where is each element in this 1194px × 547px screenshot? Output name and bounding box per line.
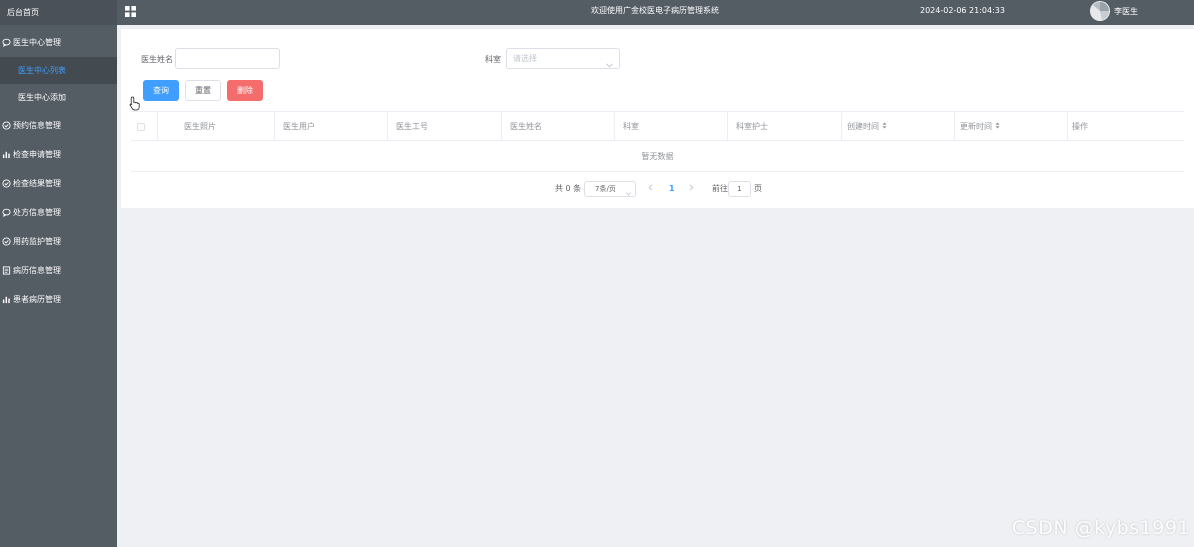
page-number-active[interactable]: 1 — [669, 180, 675, 198]
sidebar-item-label: 医生中心管理 — [13, 38, 61, 47]
pagination: 共 0 条 7条/页 1 前往 1 页 — [121, 180, 1194, 198]
column-header-label: 创建时间 — [847, 122, 879, 131]
chevron-down-icon — [626, 187, 631, 201]
sidebar-subitem-doctor-add[interactable]: 医生中心添加 — [0, 84, 117, 111]
sidebar-item-label: 检查结果管理 — [13, 179, 61, 188]
column-header: 医生工号 — [388, 112, 502, 141]
check-circle-icon — [2, 179, 11, 188]
bar-chart-icon — [2, 150, 11, 159]
sidebar-home-link[interactable]: 后台首页 — [0, 0, 117, 25]
sidebar-item-label: 检查申请管理 — [13, 150, 61, 159]
delete-button[interactable]: 删除 — [227, 80, 263, 101]
column-header: 操作 — [1072, 122, 1088, 131]
sidebar-item-medical-record[interactable]: 病历信息管理 — [0, 256, 117, 285]
column-header: 医生照片 — [158, 112, 275, 141]
sidebar-item-label: 患者病历管理 — [13, 295, 61, 304]
next-page-button[interactable] — [689, 180, 694, 198]
reset-button[interactable]: 重置 — [185, 80, 221, 101]
column-header: 医生用户 — [275, 112, 388, 141]
page-size-value: 7条/页 — [595, 185, 616, 193]
column-header-label: 更新时间 — [960, 122, 992, 131]
column-header: 科室护士 — [728, 112, 842, 141]
top-header: 欢迎使用广金校医电子病历管理系统 2024-02-06 21:04:33 李医生 — [117, 0, 1194, 25]
doctor-name-input[interactable] — [175, 48, 280, 69]
sidebar-item-label: 预约信息管理 — [13, 121, 61, 130]
current-datetime: 2024-02-06 21:04:33 — [920, 6, 1005, 15]
watermark: CSDN @kybs1991 — [1011, 517, 1190, 539]
sidebar-item-exam-request[interactable]: 检查申请管理 — [0, 140, 117, 169]
department-select[interactable]: 请选择 — [506, 48, 620, 69]
page-size-select[interactable]: 7条/页 — [584, 181, 636, 197]
sidebar-item-prescription[interactable]: 处方信息管理 — [0, 198, 117, 227]
hand-pointer-icon — [129, 96, 141, 111]
query-button[interactable]: 查询 — [143, 80, 179, 101]
sidebar-item-patient-record[interactable]: 患者病历管理 — [0, 285, 117, 314]
chat-icon — [2, 208, 11, 217]
app-title: 欢迎使用广金校医电子病历管理系统 — [591, 6, 719, 15]
select-all-cell — [131, 112, 158, 141]
username[interactable]: 李医生 — [1114, 0, 1138, 24]
bar-chart-icon — [2, 295, 11, 304]
sidebar-item-label: 用药监护管理 — [13, 237, 61, 246]
check-circle-icon — [2, 121, 11, 130]
doctor-table: 医生照片 医生用户 医生工号 医生姓名 科室 科室护士 创建时间 更新时间 操作… — [131, 111, 1184, 172]
sidebar-item-label: 处方信息管理 — [13, 208, 61, 217]
table-header: 医生照片 医生用户 医生工号 医生姓名 科室 科室护士 创建时间 更新时间 操作 — [131, 111, 1184, 141]
doctor-name-label: 医生姓名 — [141, 55, 173, 64]
sort-icon[interactable] — [882, 112, 887, 141]
total-count: 共 0 条 — [555, 184, 582, 193]
column-header: 医生姓名 — [502, 112, 615, 141]
sort-icon[interactable] — [995, 112, 1000, 141]
select-all-checkbox[interactable] — [137, 122, 145, 131]
goto-label: 前往 — [712, 184, 728, 193]
page-suffix: 页 — [754, 184, 762, 193]
sidebar-item-doctor-center[interactable]: 医生中心管理 — [0, 28, 117, 57]
goto-page-input[interactable]: 1 — [728, 181, 751, 197]
empty-table-message: 暂无数据 — [131, 141, 1184, 172]
sidebar-item-medication[interactable]: 用药监护管理 — [0, 227, 117, 256]
column-header-updated[interactable]: 更新时间 — [955, 112, 1068, 141]
sidebar-item-exam-result[interactable]: 检查结果管理 — [0, 169, 117, 198]
column-header: 科室 — [615, 112, 728, 141]
document-icon — [2, 266, 11, 275]
prev-page-button[interactable] — [648, 180, 653, 198]
chevron-down-icon — [606, 56, 613, 68]
content-card: 医生姓名 科室 请选择 查询 重置 删除 医生照片 医生用户 医生工号 医生姓名… — [121, 29, 1194, 208]
sidebar-item-label: 病历信息管理 — [13, 266, 61, 275]
sidebar-item-appointment[interactable]: 预约信息管理 — [0, 111, 117, 140]
grid-menu-icon[interactable] — [125, 6, 136, 17]
column-header-created[interactable]: 创建时间 — [842, 112, 955, 141]
check-circle-icon — [2, 237, 11, 246]
department-placeholder: 请选择 — [513, 54, 537, 63]
avatar[interactable] — [1090, 1, 1110, 21]
sidebar-subitem-doctor-list[interactable]: 医生中心列表 — [0, 57, 117, 84]
department-label: 科室 — [485, 55, 501, 64]
sidebar: 后台首页 医生中心管理 医生中心列表 医生中心添加 预约信息管理 检查申请管理 … — [0, 0, 117, 547]
chat-icon — [2, 38, 11, 47]
